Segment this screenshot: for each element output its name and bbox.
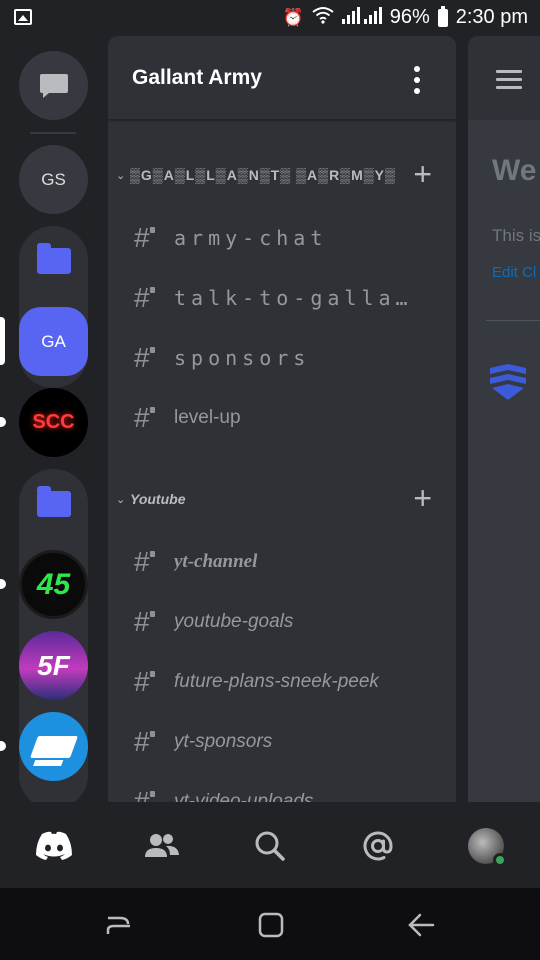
add-channel-icon[interactable]: + xyxy=(413,156,432,192)
online-status-badge xyxy=(493,853,507,867)
recent-apps-icon[interactable] xyxy=(104,910,134,940)
guild-name: Gallant Army xyxy=(132,66,262,89)
unread-dot xyxy=(0,579,6,589)
chevron-down-icon: ⌄ xyxy=(116,493,126,506)
home-icon[interactable] xyxy=(256,910,286,940)
system-navigation-bar xyxy=(0,888,540,960)
mentions-tab[interactable] xyxy=(356,824,400,868)
alarm-icon: ⏰ xyxy=(282,7,304,27)
add-channel-icon[interactable]: + xyxy=(413,480,432,516)
channel-name: future-plans-sneek-peek xyxy=(174,671,379,692)
at-sign-icon xyxy=(363,831,393,861)
home-tab[interactable] xyxy=(32,824,76,868)
chevron-down-icon: ⌄ xyxy=(116,169,126,182)
back-icon[interactable] xyxy=(406,910,436,940)
welcome-text: This is xyxy=(492,226,540,245)
server-rail: GS GA SCC 45 5F xyxy=(0,36,106,802)
channel-name: yt-video-uploads xyxy=(174,791,314,802)
server-gs[interactable]: GS xyxy=(19,145,88,214)
channel-name: yt-channel xyxy=(174,551,258,572)
locked-channel-icon: # xyxy=(134,282,174,314)
search-tab[interactable] xyxy=(248,824,292,868)
shield-icon xyxy=(490,364,526,400)
channel-name: army-chat xyxy=(174,226,328,250)
category-youtube[interactable]: ⌄ Youtube + xyxy=(116,480,446,516)
clock: 2:30 pm xyxy=(455,6,528,28)
server-scc[interactable]: SCC xyxy=(19,388,88,457)
rail-divider xyxy=(30,132,76,134)
wifi-icon xyxy=(312,6,334,29)
chat-header xyxy=(468,36,540,120)
category-gallant-army[interactable]: ⌄ ▒G▒A▒L▒L▒A▒N▒T▒ ▒A▒R▒M▒Y▒ + xyxy=(116,156,446,192)
signal-icon xyxy=(341,6,382,29)
folder-1-button[interactable] xyxy=(19,226,88,295)
channel-level-up[interactable]: # level-up xyxy=(134,398,434,438)
channel-name: talk-to-galla… xyxy=(174,286,413,310)
channel-talk-to-gallant[interactable]: # talk-to-galla… xyxy=(134,278,434,318)
locked-channel-icon: # xyxy=(134,546,174,578)
status-bar: ⏰ 96% 2:30 pm xyxy=(0,0,540,36)
channel-name: yt-sponsors xyxy=(174,731,273,752)
locked-channel-icon: # xyxy=(134,726,174,758)
category-name: ▒G▒A▒L▒L▒A▒N▒T▒ ▒A▒R▒M▒Y▒ xyxy=(130,167,396,183)
channel-name: youtube-goals xyxy=(174,611,294,632)
server-bench[interactable] xyxy=(19,712,88,781)
chat-peek[interactable]: We This is Edit Cl xyxy=(468,36,540,802)
edit-channel-link[interactable]: Edit Cl xyxy=(492,264,536,281)
unread-dot xyxy=(0,741,6,751)
locked-channel-icon: # xyxy=(134,606,174,638)
category-name: Youtube xyxy=(130,491,186,507)
bench-logo-icon xyxy=(29,735,78,758)
bottom-navigation xyxy=(0,802,540,888)
channel-yt-video-uploads[interactable]: # yt-video-uploads xyxy=(134,782,434,802)
locked-channel-icon: # xyxy=(134,786,174,802)
locked-channel-icon: # xyxy=(134,402,174,434)
channel-youtube-goals[interactable]: # youtube-goals xyxy=(134,602,434,642)
welcome-heading: We xyxy=(492,154,537,187)
battery-percent: 96% xyxy=(389,6,430,28)
discord-logo-icon xyxy=(36,831,72,860)
search-icon xyxy=(255,831,285,861)
divider xyxy=(486,320,540,321)
server-5f[interactable]: 5F xyxy=(19,631,88,700)
friends-tab[interactable] xyxy=(140,824,184,868)
folder-2-button[interactable] xyxy=(19,469,88,538)
server-45[interactable]: 45 xyxy=(19,550,88,619)
channel-panel: Gallant Army ⌄ ▒G▒A▒L▒L▒A▒N▒T▒ ▒A▒R▒M▒Y▒… xyxy=(108,36,456,802)
chat-bubble-icon xyxy=(39,73,68,98)
channel-yt-channel[interactable]: # yt-channel xyxy=(134,542,434,582)
avatar xyxy=(468,828,507,867)
locked-channel-icon: # xyxy=(134,222,174,254)
direct-messages-button[interactable] xyxy=(19,51,88,120)
locked-channel-icon: # xyxy=(134,342,174,374)
folder-icon xyxy=(36,242,71,274)
profile-tab[interactable] xyxy=(464,824,508,868)
channel-army-chat[interactable]: # army-chat xyxy=(134,218,434,258)
channel-yt-sponsors[interactable]: # yt-sponsors xyxy=(134,722,434,762)
gallery-notification-icon xyxy=(14,9,32,25)
friends-icon xyxy=(145,834,179,857)
folder-icon xyxy=(36,485,71,517)
channel-sponsors[interactable]: # sponsors xyxy=(134,338,434,378)
channel-name: sponsors xyxy=(174,346,311,370)
selected-server-pill xyxy=(0,317,5,365)
battery-icon xyxy=(437,5,448,27)
server-ga[interactable]: GA xyxy=(19,307,88,376)
channel-future-plans[interactable]: # future-plans-sneek-peek xyxy=(134,662,434,702)
locked-channel-icon: # xyxy=(134,666,174,698)
guild-header[interactable]: Gallant Army xyxy=(108,36,456,120)
hamburger-menu-icon[interactable] xyxy=(496,70,522,94)
channel-name: level-up xyxy=(174,407,241,428)
more-options-icon[interactable] xyxy=(414,66,420,94)
unread-dot xyxy=(0,417,6,427)
